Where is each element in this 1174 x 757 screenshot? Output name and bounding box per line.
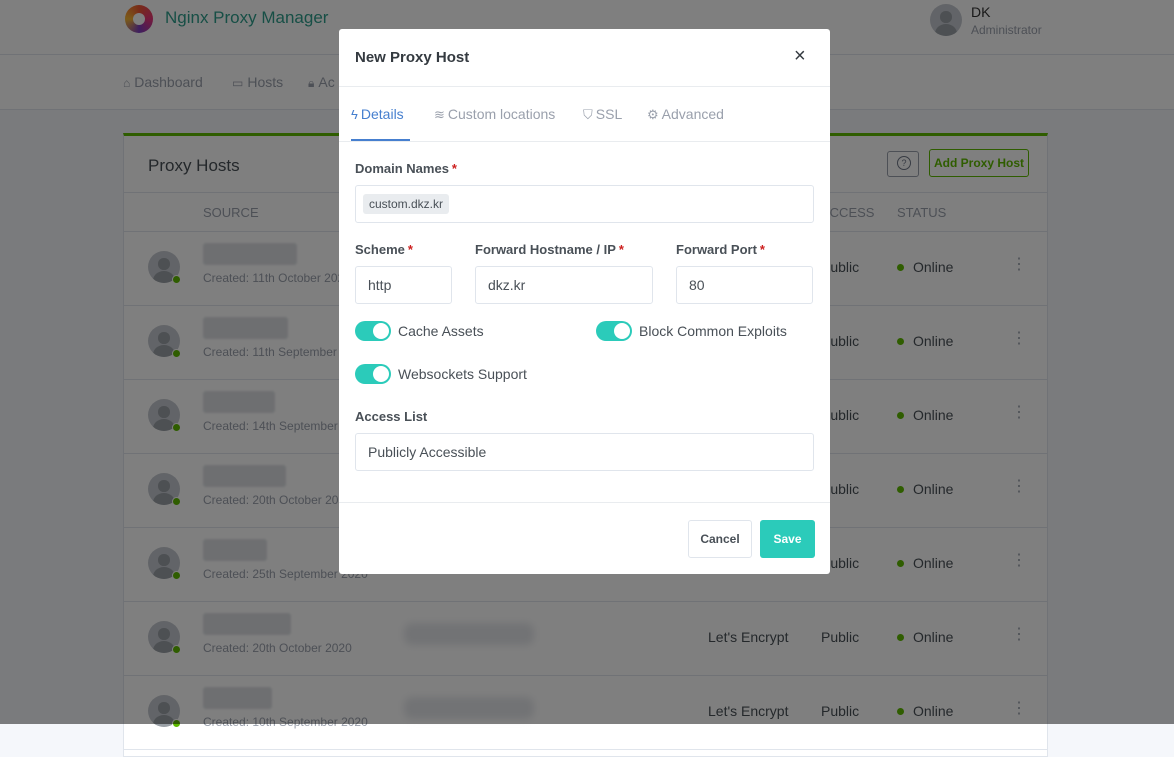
forward-hostname-label: Forward Hostname / IP * <box>475 242 624 257</box>
block-exploits-label[interactable]: Block Common Exploits <box>639 323 787 339</box>
access-list-value: Publicly Accessible <box>368 444 487 460</box>
access-list-select[interactable]: Publicly Accessible <box>355 433 814 471</box>
cancel-button[interactable]: Cancel <box>688 520 752 558</box>
modal-footer: Cancel Save <box>339 502 830 575</box>
modal-tabs: ϟ Details ≋ Custom locations ⛉ SSL ⚙ Advance… <box>339 87 830 142</box>
tab-advanced[interactable]: ⚙ Advanced <box>647 106 724 123</box>
forward-port-value: 80 <box>689 277 705 293</box>
scheme-value: http <box>368 277 392 293</box>
required-marker: * <box>407 242 413 257</box>
websockets-label[interactable]: Websockets Support <box>398 366 527 382</box>
websockets-toggle[interactable] <box>355 364 391 384</box>
tab-custom-locations[interactable]: ≋ Custom locations <box>434 106 555 123</box>
modal-title: New Proxy Host <box>355 49 470 66</box>
gear-icon: ⚙ <box>647 107 659 122</box>
forward-hostname-input[interactable]: dkz.kr <box>475 266 653 304</box>
tab-ssl[interactable]: ⛉ SSL <box>583 106 622 123</box>
access-list-label: Access List <box>355 409 428 424</box>
save-button[interactable]: Save <box>760 520 815 558</box>
required-marker: * <box>759 242 765 257</box>
scheme-select[interactable]: http <box>355 266 452 304</box>
block-exploits-toggle[interactable] <box>596 321 632 341</box>
active-tab-indicator <box>351 139 410 141</box>
cache-assets-label[interactable]: Cache Assets <box>398 323 484 339</box>
tab-details[interactable]: ϟ Details <box>351 106 404 122</box>
bolt-icon: ϟ <box>351 107 358 122</box>
scheme-label: Scheme * <box>355 242 413 257</box>
forward-hostname-value: dkz.kr <box>488 277 526 293</box>
cache-assets-toggle[interactable] <box>355 321 391 341</box>
domain-chip[interactable]: custom.dkz.kr <box>363 194 450 214</box>
layers-icon: ≋ <box>434 107 445 122</box>
forward-port-input[interactable]: 80 <box>676 266 813 304</box>
close-icon[interactable]: × <box>794 45 806 68</box>
required-marker: * <box>618 242 624 257</box>
modal-header: New Proxy Host × <box>339 29 830 87</box>
forward-port-label: Forward Port * <box>676 242 765 257</box>
new-proxy-host-modal: New Proxy Host × ϟ Details ≋ Custom locati… <box>339 29 830 574</box>
shield-icon: ⛉ <box>583 107 593 122</box>
domain-names-input[interactable]: custom.dkz.kr <box>355 185 814 223</box>
required-marker: * <box>451 161 457 176</box>
domain-names-label: Domain Names * <box>355 161 457 176</box>
